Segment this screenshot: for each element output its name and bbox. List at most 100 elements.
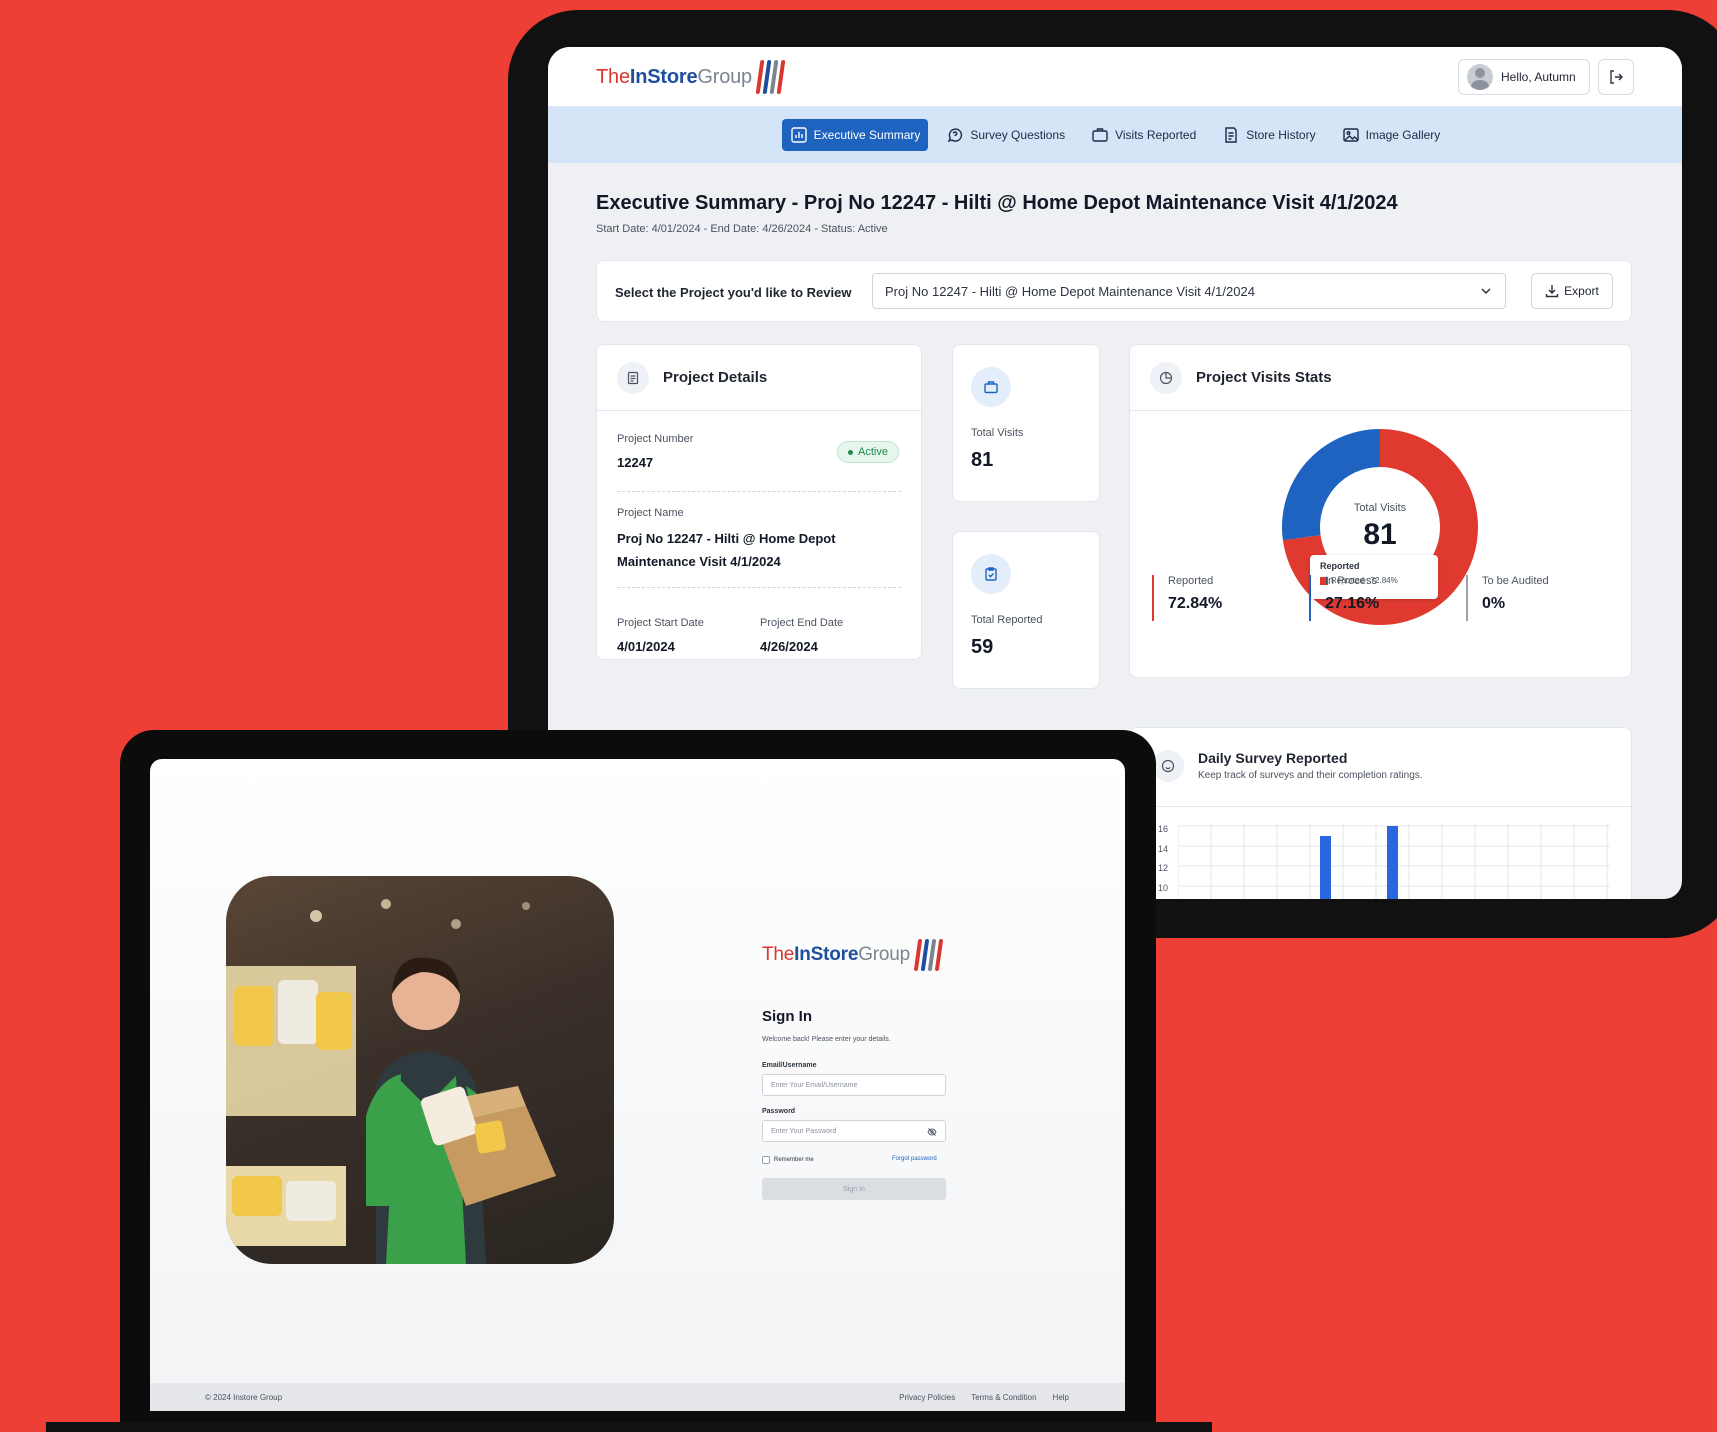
donut-center-label: Total Visits xyxy=(1353,502,1407,514)
document-icon xyxy=(617,361,649,394)
end-date-value: 4/26/2024 xyxy=(760,639,818,654)
image-icon xyxy=(1342,128,1359,142)
password-placeholder: Enter Your Password xyxy=(771,1128,837,1135)
survey-bar xyxy=(1320,836,1331,899)
remember-label: Remember me xyxy=(774,1157,814,1163)
stat-label: In Process xyxy=(1325,575,1377,587)
daily-survey-bar-chart xyxy=(1178,824,1610,899)
tab-label: Survey Questions xyxy=(970,128,1066,142)
user-greeting: Hello, Autumn xyxy=(1501,70,1576,84)
password-label: Password xyxy=(762,1108,796,1115)
start-date-value: 4/01/2024 xyxy=(617,639,675,654)
signin-button[interactable]: Sign In xyxy=(762,1178,946,1200)
login-footer: © 2024 Instore Group Privacy Policies Te… xyxy=(150,1383,1125,1411)
footer-link-terms[interactable]: Terms & Condition xyxy=(971,1393,1036,1402)
project-number-value: 12247 xyxy=(617,455,654,470)
main-nav: Executive Summary Survey Questions Visit… xyxy=(548,107,1682,163)
briefcase-icon xyxy=(971,367,1011,407)
project-name-line2: Maintenance Visit 4/1/2024 xyxy=(617,554,781,569)
stat-value: 72.84% xyxy=(1168,595,1223,612)
logout-button[interactable] xyxy=(1598,59,1634,95)
visits-stats-card: Project Visits Stats Total Visits 81 Rep… xyxy=(1129,344,1632,678)
start-date-label: Project Start Date xyxy=(617,617,704,629)
card-header: Project Details xyxy=(597,345,921,411)
remember-me-checkbox[interactable]: Remember me xyxy=(762,1156,814,1164)
tab-survey-questions[interactable]: Survey Questions xyxy=(938,119,1073,151)
tab-label: Image Gallery xyxy=(1365,128,1441,142)
project-details-card: Project Details Project Number 12247 Act… xyxy=(596,344,922,660)
card-title: Project Visits Stats xyxy=(1196,369,1332,386)
clipboard-check-icon xyxy=(971,554,1011,594)
total-reported-value: 59 xyxy=(971,636,994,658)
tab-label: Executive Summary xyxy=(813,128,921,142)
briefcase-icon xyxy=(1092,128,1108,142)
stat-label: To be Audited xyxy=(1482,575,1549,587)
email-field[interactable]: Enter Your Email/Username xyxy=(762,1074,946,1096)
page-title: Executive Summary - Proj No 12247 - Hilt… xyxy=(596,192,1398,214)
logo-group-text: Group xyxy=(697,65,752,88)
forgot-password-link[interactable]: Forgot password xyxy=(892,1156,937,1162)
logo-instore-text: InStore xyxy=(629,65,698,88)
stat-label: Reported xyxy=(1168,575,1214,587)
export-label: Export xyxy=(1564,284,1599,298)
footer-link-privacy[interactable]: Privacy Policies xyxy=(899,1393,955,1402)
smile-icon xyxy=(1152,750,1184,782)
tab-visits-reported[interactable]: Visits Reported xyxy=(1083,119,1204,151)
logo-stripes-icon xyxy=(913,939,944,971)
logo-group-text: Group xyxy=(858,944,911,965)
footer-link-help[interactable]: Help xyxy=(1053,1393,1069,1402)
checkbox-icon xyxy=(762,1156,770,1164)
project-name-label: Project Name xyxy=(617,507,684,519)
total-reported-label: Total Reported xyxy=(971,614,1043,626)
avatar xyxy=(1467,64,1493,90)
project-select[interactable]: Proj No 12247 - Hilti @ Home Depot Maint… xyxy=(872,273,1506,309)
divider xyxy=(617,491,901,492)
total-reported-card: Total Reported 59 xyxy=(952,531,1100,689)
survey-bar xyxy=(1387,826,1398,899)
y-tick: 14 xyxy=(1158,843,1169,854)
card-header: Project Visits Stats xyxy=(1130,345,1631,411)
footer-copyright: © 2024 Instore Group xyxy=(205,1393,283,1402)
y-tick: 12 xyxy=(1158,863,1169,873)
card-title: Daily Survey Reported xyxy=(1198,750,1348,766)
tab-label: Store History xyxy=(1246,128,1316,142)
download-icon xyxy=(1545,285,1559,298)
logo-instore-text: InStore xyxy=(794,944,859,965)
logout-icon xyxy=(1610,70,1623,84)
export-button[interactable]: Export xyxy=(1531,273,1613,309)
daily-survey-card: Daily Survey Reported Keep track of surv… xyxy=(1129,727,1632,899)
dashboard-header: The InStore Group Hello, Autumn xyxy=(548,47,1682,107)
signin-title: Sign In xyxy=(762,1008,812,1025)
stat-in-process: In Process 27.16% xyxy=(1309,575,1379,621)
pie-chart-icon xyxy=(1150,361,1182,394)
total-visits-card: Total Visits 81 xyxy=(952,344,1100,502)
signin-subtitle: Welcome back! Please enter your details. xyxy=(762,1036,891,1043)
tab-label: Visits Reported xyxy=(1115,128,1197,142)
eye-off-icon[interactable] xyxy=(927,1127,937,1137)
brand-logo[interactable]: The InStore Group xyxy=(596,60,786,94)
logo-stripes-icon xyxy=(755,60,786,94)
tooltip-title: Reported xyxy=(1320,561,1360,571)
login-brand-logo: The InStore Group xyxy=(762,939,944,971)
tab-executive-summary[interactable]: Executive Summary xyxy=(781,119,929,151)
footer-links: Privacy Policies Terms & Condition Help xyxy=(899,1393,1069,1402)
stat-to-be-audited: To be Audited 0% xyxy=(1466,575,1549,621)
total-visits-value: 81 xyxy=(971,449,994,471)
user-menu[interactable]: Hello, Autumn xyxy=(1458,59,1590,95)
divider xyxy=(1130,806,1631,807)
tab-image-gallery[interactable]: Image Gallery xyxy=(1334,119,1449,151)
y-tick: 10 xyxy=(1158,882,1169,893)
project-name-line1: Proj No 12247 - Hilti @ Home Depot xyxy=(617,531,836,546)
tab-store-history[interactable]: Store History xyxy=(1214,119,1323,151)
password-field[interactable]: Enter Your Password xyxy=(762,1120,946,1142)
donut-center: Total Visits 81 xyxy=(1330,502,1430,552)
chart-icon xyxy=(790,127,807,143)
store-worker-photo xyxy=(226,876,614,1264)
project-select-bar: Select the Project you'd like to Review … xyxy=(596,260,1632,322)
select-value: Proj No 12247 - Hilti @ Home Depot Maint… xyxy=(885,284,1255,299)
status-badge: Active xyxy=(837,441,899,463)
donut-center-value: 81 xyxy=(1363,518,1397,551)
logo-the-text: The xyxy=(596,65,630,88)
card-title: Project Details xyxy=(663,369,768,386)
stat-value: 0% xyxy=(1482,595,1506,612)
